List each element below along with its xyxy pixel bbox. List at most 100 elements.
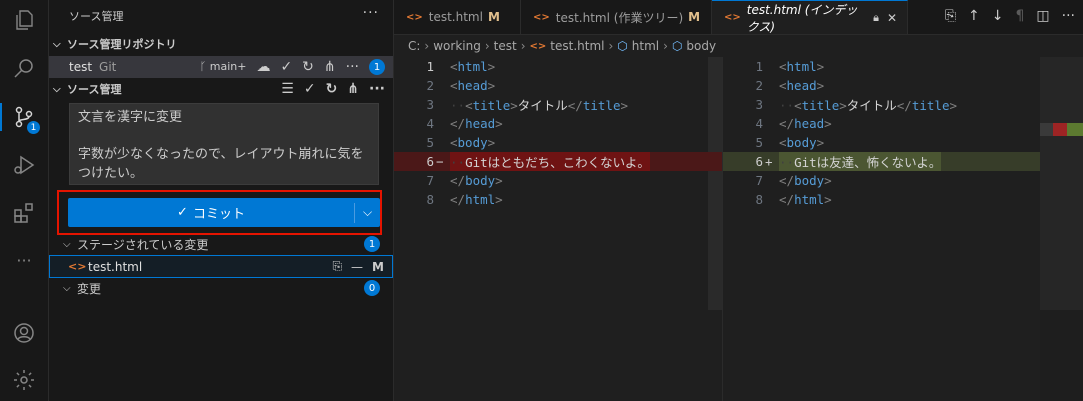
- toggle-whitespace-icon[interactable]: ¶: [1015, 8, 1024, 24]
- line-number: 5: [426, 135, 434, 150]
- sidebar-more-icon[interactable]: ···: [363, 5, 379, 21]
- open-file-icon[interactable]: ⎘: [945, 8, 956, 24]
- html-file-icon: <>: [406, 11, 423, 23]
- tab-working-tree[interactable]: <> test.html (作業ツリー) M: [521, 0, 712, 34]
- repo-more-icon[interactable]: ···: [346, 60, 359, 74]
- changes-header[interactable]: ⌵ 変更 0: [49, 277, 393, 299]
- chevron-down-icon: ⌵: [53, 38, 61, 50]
- sync-cloud-icon[interactable]: ☁: [256, 60, 270, 74]
- code-line[interactable]: 6 + ··Gitは友達、怖くないよ。: [723, 152, 1040, 171]
- code-line[interactable]: 4 </head>: [394, 114, 722, 133]
- close-icon[interactable]: ✕: [887, 11, 897, 25]
- line-number: 3: [426, 97, 434, 112]
- breadcrumb-element[interactable]: body: [686, 39, 716, 53]
- overview-ruler: [1040, 123, 1053, 136]
- editor-more-icon[interactable]: ···: [1062, 8, 1075, 24]
- run-debug-icon[interactable]: [0, 145, 48, 185]
- code-content: <html>: [450, 59, 496, 74]
- code-text: Gitはともだち、こわくないよ。: [465, 155, 650, 170]
- branch-icon[interactable]: ᚴ main+: [200, 60, 247, 74]
- refresh-icon[interactable]: ↻: [302, 60, 314, 74]
- editor-tabs: <> test.html M <> test.html (作業ツリー) M <>…: [394, 0, 1083, 35]
- settings-gear-icon[interactable]: [0, 360, 48, 400]
- tab-index[interactable]: <> test.html (インデックス) 🔒︎ ✕: [712, 0, 908, 34]
- repo-type: Git: [99, 60, 117, 74]
- html-file-icon: <>: [724, 12, 741, 23]
- account-icon[interactable]: [0, 313, 48, 353]
- changes-count-badge: 0: [364, 280, 380, 296]
- previous-change-icon[interactable]: ↑: [968, 8, 980, 24]
- extensions-icon[interactable]: [0, 193, 48, 233]
- next-change-icon[interactable]: ↓: [992, 8, 1004, 24]
- staged-changes-label: ステージされている変更: [77, 237, 209, 252]
- code-line[interactable]: 1 <html>: [394, 57, 722, 76]
- code-line[interactable]: 7 </body>: [723, 171, 1040, 190]
- repositories-section-header[interactable]: ⌵ ソース管理リポジトリ: [49, 34, 393, 54]
- staged-file-row[interactable]: <> test.html ⎘ — M: [49, 255, 393, 278]
- staged-changes-header[interactable]: ⌵ ステージされている変更 1: [49, 233, 393, 255]
- tag-name: html: [457, 59, 488, 74]
- code-content: ··<title>タイトル</title>: [450, 98, 629, 113]
- repository-row[interactable]: test Git ᚴ main+ ☁ ✓ ↻ ⋔ ··· 1: [49, 56, 393, 78]
- line-number: 7: [755, 173, 763, 188]
- breadcrumb-element[interactable]: html: [632, 39, 659, 53]
- code-line[interactable]: 2 <head>: [723, 76, 1040, 95]
- breadcrumb-folder[interactable]: test: [494, 39, 517, 53]
- tag-name: html: [465, 192, 496, 207]
- code-line[interactable]: 4 </head>: [723, 114, 1040, 133]
- refresh-icon[interactable]: ↻: [326, 82, 338, 96]
- code-content: </body>: [450, 173, 503, 188]
- tag-name: body: [786, 135, 817, 150]
- tab-status: M: [688, 10, 701, 24]
- source-control-icon[interactable]: 1: [0, 97, 48, 137]
- search-icon[interactable]: [0, 48, 48, 88]
- element-cube-icon: ⬡: [671, 39, 683, 53]
- scm-more-icon[interactable]: ···: [369, 82, 385, 96]
- code-line[interactable]: 8 </html>: [723, 190, 1040, 209]
- open-file-icon[interactable]: ⎘: [332, 259, 342, 274]
- code-line[interactable]: 3 ··<title>タイトル</title>: [394, 95, 722, 114]
- diff-marker: +: [765, 154, 773, 169]
- commit-check-icon[interactable]: ✓: [280, 60, 292, 74]
- repo-name: test: [69, 60, 93, 74]
- tag-name: head: [457, 78, 488, 93]
- breadcrumb-file[interactable]: test.html: [550, 39, 604, 53]
- chevron-down-icon: ⌵: [63, 282, 71, 294]
- explorer-icon[interactable]: [0, 0, 48, 40]
- graph-icon[interactable]: ⋔: [347, 82, 359, 96]
- code-content: <head>: [779, 78, 825, 93]
- code-line[interactable]: 1 <html>: [723, 57, 1040, 76]
- commit-message-line: 文言を漢字に変更: [78, 110, 183, 125]
- graph-icon[interactable]: ⋔: [324, 60, 336, 74]
- minimap[interactable]: [1040, 57, 1083, 310]
- commit-check-icon[interactable]: ✓: [304, 82, 316, 96]
- line-number: 2: [755, 78, 763, 93]
- diff-modified-pane[interactable]: 1 <html> 2 <head> 3 ··<title>タイトル</title> 4 </h…: [723, 57, 1040, 401]
- unstage-icon[interactable]: —: [351, 260, 363, 274]
- code-line[interactable]: 5 <body>: [723, 133, 1040, 152]
- breadcrumb-drive[interactable]: C:: [408, 39, 420, 53]
- commit-button[interactable]: ✓ コミット ⌵: [68, 198, 380, 227]
- code-content: <body>: [779, 135, 825, 150]
- code-text: タイトル: [846, 98, 897, 113]
- more-icon[interactable]: ···: [0, 240, 48, 280]
- tag-name: title: [801, 98, 840, 113]
- scm-section-header[interactable]: ⌵ ソース管理 ☰ ✓ ↻ ⋔ ···: [49, 79, 393, 99]
- code-line[interactable]: 8 </html>: [394, 190, 722, 209]
- code-line[interactable]: 2 <head>: [394, 76, 722, 95]
- code-line[interactable]: 6− ··Gitはともだち、こわくないよ。: [394, 152, 722, 171]
- tab-label: test.html (作業ツリー): [555, 10, 684, 25]
- tab-test-html[interactable]: <> test.html M: [394, 0, 521, 34]
- split-editor-icon[interactable]: ◫: [1036, 8, 1049, 24]
- commit-dropdown-chevron-icon[interactable]: ⌵: [355, 205, 380, 220]
- breadcrumb-folder[interactable]: working: [433, 39, 481, 53]
- code-line[interactable]: 3 ··<title>タイトル</title>: [723, 95, 1040, 114]
- activity-bar: 1 ···: [0, 0, 49, 401]
- code-line[interactable]: 5 <body>: [394, 133, 722, 152]
- code-line[interactable]: 7 </body>: [394, 171, 722, 190]
- commit-message-input[interactable]: 文言を漢字に変更 字数が少なくなったので、レイアウト崩れに気を つけたい。: [69, 103, 379, 185]
- view-as-list-icon[interactable]: ☰: [281, 82, 294, 96]
- diff-original-pane[interactable]: 1 <html> 2 <head> 3 ··<title>タイトル</title> 4 </h…: [394, 57, 722, 401]
- line-number: 4: [426, 116, 434, 131]
- tag-name: title: [472, 98, 511, 113]
